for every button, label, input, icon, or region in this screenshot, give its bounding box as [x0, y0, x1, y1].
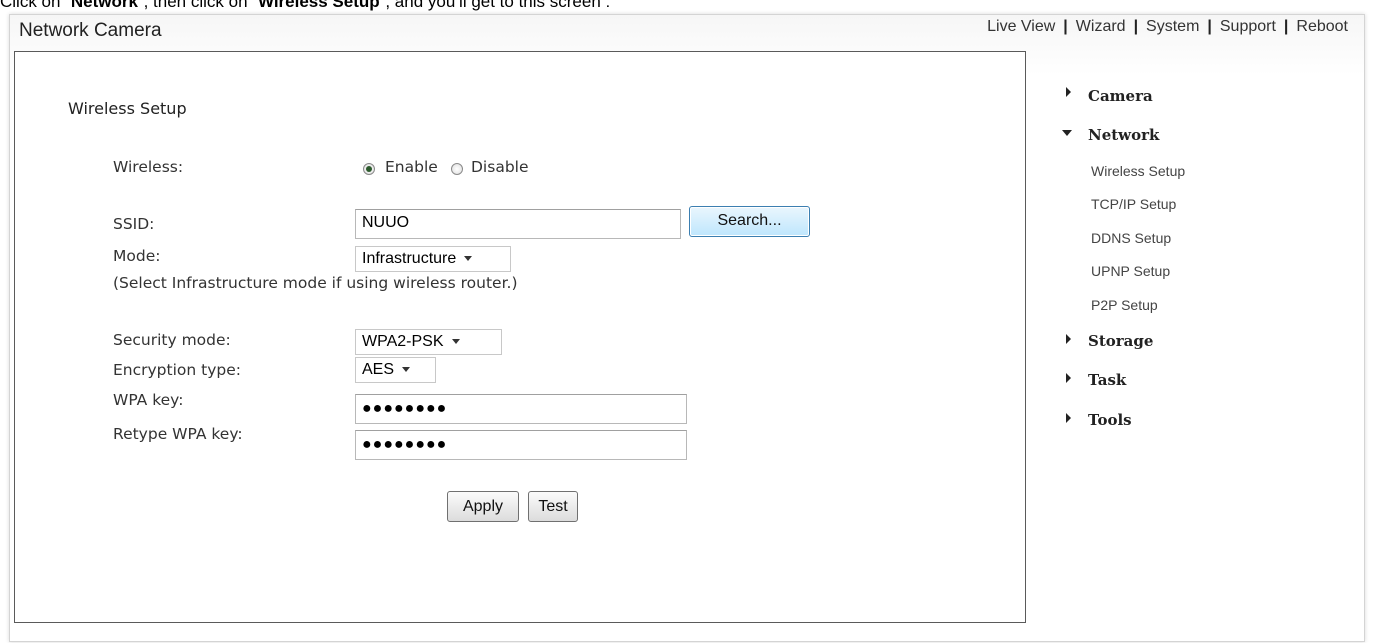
disable-radio[interactable]	[451, 163, 463, 175]
section-title: Wireless Setup	[68, 99, 187, 118]
sidebar-item-p2p-setup[interactable]: P2P Setup	[1091, 297, 1158, 313]
collapsed-arrow-icon	[1066, 413, 1071, 423]
caption-network: Network	[70, 0, 138, 11]
sidebar-item-camera[interactable]: Camera	[1088, 87, 1153, 105]
encryption-type-value: AES	[362, 361, 395, 378]
enable-radio[interactable]	[363, 163, 375, 175]
nav-reboot[interactable]: Reboot	[1296, 18, 1348, 35]
encryption-type-label: Encryption type:	[113, 361, 241, 379]
wpa-key-label: WPA key:	[113, 391, 184, 409]
search-button[interactable]: Search...	[689, 206, 810, 237]
mode-label: Mode:	[113, 247, 161, 265]
chevron-down-icon	[402, 367, 411, 373]
security-mode-value: WPA2-PSK	[362, 333, 444, 350]
ssid-label: SSID:	[113, 215, 155, 233]
nav-support[interactable]: Support	[1220, 18, 1276, 35]
disable-radio-label[interactable]: Disable	[471, 158, 529, 176]
nav-wizard[interactable]: Wizard	[1076, 18, 1126, 35]
test-button[interactable]: Test	[528, 491, 578, 522]
nav-system[interactable]: System	[1146, 18, 1199, 35]
mode-select-value: Infrastructure	[362, 250, 457, 267]
collapsed-arrow-icon	[1066, 373, 1071, 383]
mode-hint: (Select Infrastructure mode if using wir…	[113, 274, 518, 292]
sidebar-item-task[interactable]: Task	[1088, 371, 1126, 389]
top-navigation: Live View | Wizard | System | Support | Reboot	[987, 18, 1348, 36]
sidebar-item-storage[interactable]: Storage	[1088, 332, 1153, 350]
security-mode-select[interactable]: WPA2-PSK	[355, 329, 502, 355]
sidebar-item-upnp-setup[interactable]: UPNP Setup	[1091, 263, 1170, 279]
sidebar-item-wireless-setup[interactable]: Wireless Setup	[1091, 163, 1185, 179]
encryption-type-select[interactable]: AES	[355, 357, 436, 383]
caption-wireless: Wireless Setup	[257, 0, 380, 11]
chevron-down-icon	[451, 339, 460, 345]
content-panel: Wireless Setup Wireless: Enable Disable …	[14, 51, 1026, 623]
wpa-key-input[interactable]: ●●●●●●●●	[355, 394, 687, 424]
collapsed-arrow-icon	[1066, 334, 1071, 344]
enable-radio-label[interactable]: Enable	[385, 158, 438, 176]
mode-select[interactable]: Infrastructure	[355, 246, 511, 272]
caption-prefix: Click on “	[0, 0, 71, 11]
wireless-label: Wireless:	[113, 158, 184, 176]
nav-separator: |	[1207, 18, 1212, 35]
retype-wpa-key-input[interactable]: ●●●●●●●●	[355, 430, 687, 460]
sidebar-item-tools[interactable]: Tools	[1088, 411, 1132, 429]
caption-suffix: ”, and you’ll get to this screen :	[379, 0, 611, 11]
nav-separator: |	[1133, 18, 1139, 35]
ssid-input[interactable]: NUUO	[355, 209, 681, 239]
sidebar-item-tcpip-setup[interactable]: TCP/IP Setup	[1091, 196, 1176, 212]
collapsed-arrow-icon	[1066, 87, 1071, 97]
caption-middle: ”, then click on “	[137, 0, 258, 11]
nav-separator: |	[1283, 18, 1289, 35]
chevron-down-icon	[464, 256, 473, 262]
instruction-caption: Click on “Network”, then click on “Wirel…	[0, 0, 1378, 12]
nav-live-view[interactable]: Live View	[987, 18, 1055, 35]
nav-separator: |	[1063, 18, 1068, 35]
sidebar-item-network[interactable]: Network	[1088, 126, 1159, 144]
expanded-arrow-icon	[1062, 130, 1072, 136]
sidebar-item-ddns-setup[interactable]: DDNS Setup	[1091, 230, 1171, 246]
security-mode-label: Security mode:	[113, 331, 231, 349]
apply-button[interactable]: Apply	[447, 491, 519, 522]
app-title: Network Camera	[19, 20, 162, 41]
retype-wpa-key-label: Retype WPA key:	[113, 425, 243, 443]
